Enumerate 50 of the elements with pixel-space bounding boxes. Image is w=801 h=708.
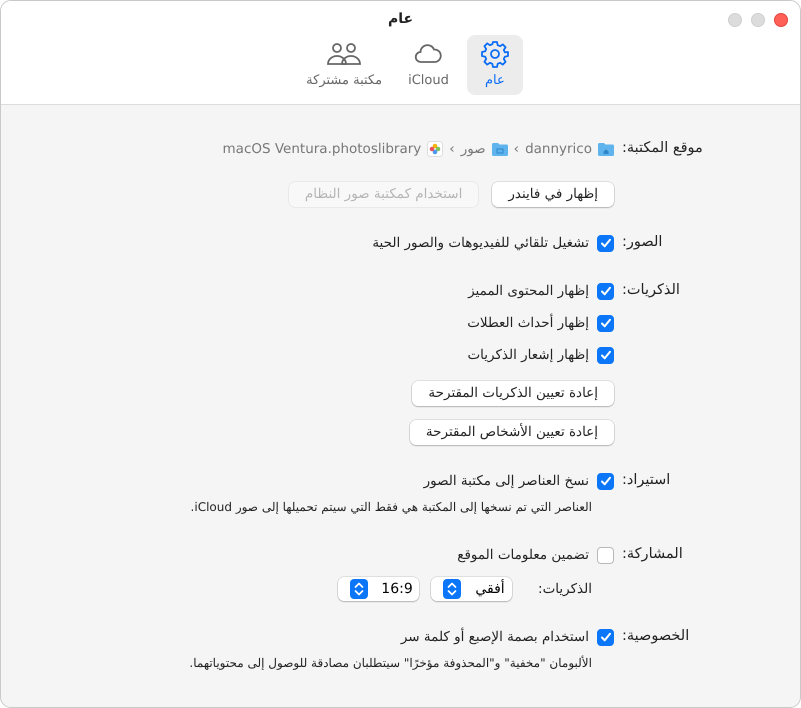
checkbox[interactable] xyxy=(597,346,614,364)
checkbox[interactable] xyxy=(597,234,614,252)
checkbox[interactable] xyxy=(597,546,614,564)
checkbox[interactable] xyxy=(597,314,614,332)
path-item[interactable]: صور xyxy=(460,138,486,160)
stepper-icon xyxy=(443,579,462,599)
help-text: الألبومان "مخفية" و"المحذوفة مؤخرًا" سيتطلبان مصادقة للوصول إلى محتوياتهما. xyxy=(189,654,593,672)
folder-icon xyxy=(492,142,508,156)
path-separator: › xyxy=(449,140,455,159)
window-title: عام xyxy=(388,10,414,29)
path-item[interactable]: dannyrico xyxy=(525,138,592,160)
toolbar-tab[interactable]: مكتبة مشتركة xyxy=(298,35,390,95)
popup-menu[interactable]: 16:9 xyxy=(338,577,420,601)
section-label: استيراد: xyxy=(622,471,672,490)
checkbox-label: نسخ العناصر إلى مكتبة الصور xyxy=(424,472,589,491)
checkbox-label: استخدام بصمة الإصبع أو كلمة سر xyxy=(400,626,589,647)
checkmark-icon xyxy=(600,631,612,643)
stepper-icon xyxy=(350,579,368,599)
section-label: الصور: xyxy=(622,233,664,252)
path-item[interactable]: macOS Ventura.photoslibrary xyxy=(222,138,422,160)
push-button[interactable]: إظهار في فايندر xyxy=(492,182,614,207)
checkbox-label: تضمين معلومات الموقع xyxy=(457,546,589,565)
push-button[interactable]: إعادة تعيين الأشخاص المقترحة xyxy=(410,420,614,445)
home-folder-icon xyxy=(598,142,614,156)
checkmark-icon xyxy=(600,349,612,361)
gear-icon xyxy=(480,39,510,70)
close-button[interactable] xyxy=(774,13,788,27)
checkmark-icon xyxy=(600,237,612,249)
push-button[interactable]: إعادة تعيين الذكريات المقترحة xyxy=(412,381,614,406)
checkbox-label: إظهار المحتوى المميز xyxy=(468,282,589,301)
checkmark-icon xyxy=(600,317,612,329)
checkbox[interactable] xyxy=(597,282,614,300)
checkmark-icon xyxy=(600,285,612,297)
checkbox[interactable] xyxy=(597,472,614,490)
field-label: الذكريات: xyxy=(538,580,593,599)
help-text: العناصر التي تم نسخها إلى المكتبة هي فقط التي سيتم تحميلها إلى صور iCloud. xyxy=(190,499,593,516)
section-label: المشاركة: xyxy=(622,545,684,564)
checkbox[interactable] xyxy=(597,628,614,646)
popup-menu[interactable]: أفقي xyxy=(431,577,512,601)
photos-app-icon xyxy=(427,141,444,157)
section-label: الخصوصية: xyxy=(622,627,690,646)
checkmark-icon xyxy=(600,475,612,487)
path-separator: › xyxy=(514,140,520,159)
checkbox-label: إظهار أحداث العطلات xyxy=(467,312,589,333)
toolbar-tab[interactable]: عام xyxy=(466,35,523,95)
checkbox-label: تشغيل تلقائي للفيديوهات والصور الحية xyxy=(372,234,589,253)
checkbox-label: إظهار إشعار الذكريات xyxy=(467,346,589,365)
toolbar-tab[interactable]: iCloud xyxy=(400,35,457,95)
section-label: موقع المكتبة: xyxy=(622,139,704,158)
section-label: الذكريات: xyxy=(622,281,681,300)
